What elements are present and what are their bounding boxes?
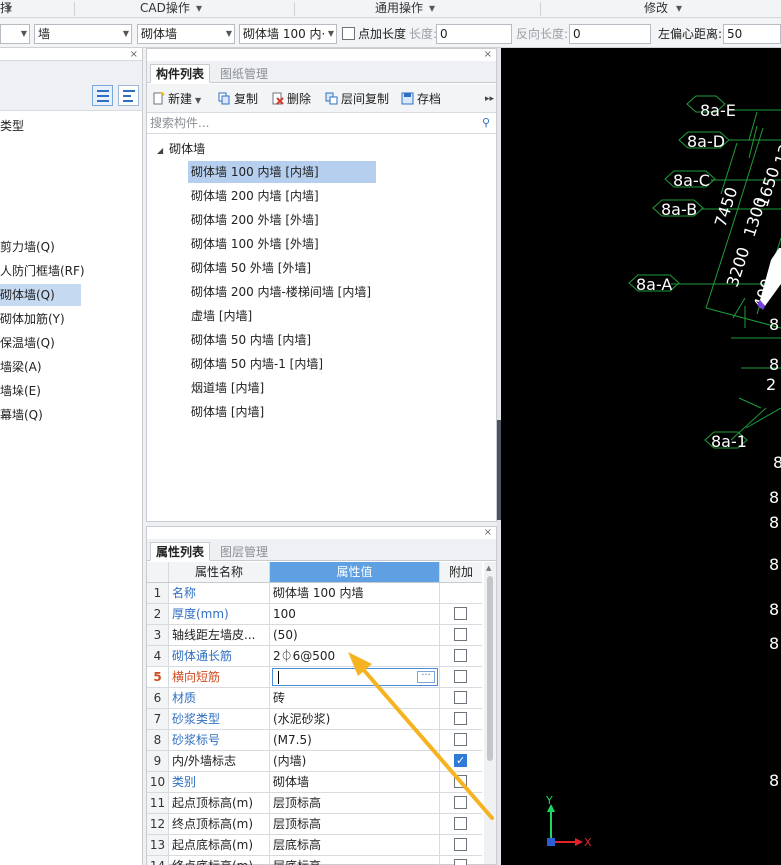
annotation-arrow [360, 666, 494, 820]
annotation-arrow-overlay [348, 652, 494, 820]
